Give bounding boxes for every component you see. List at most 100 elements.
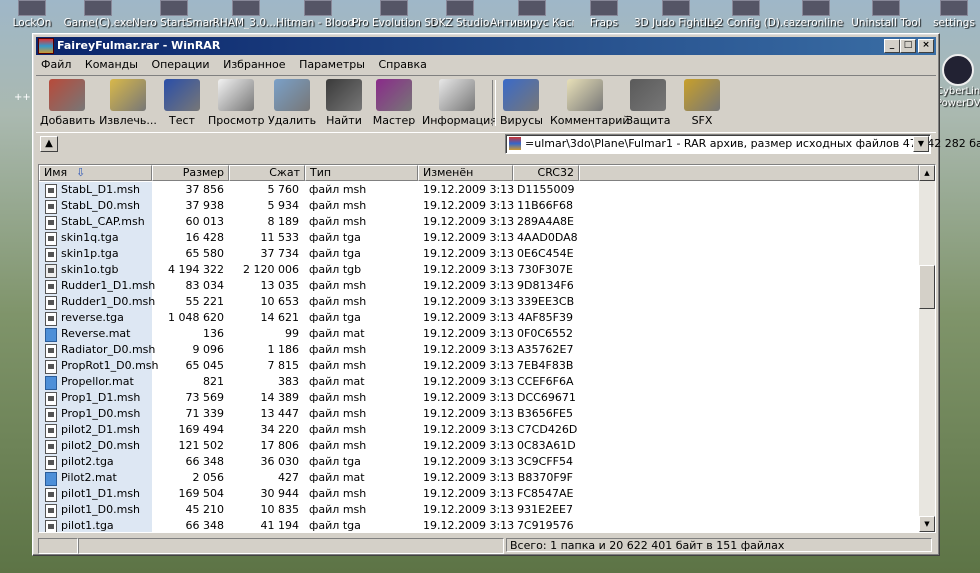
toolbar-button-label: Просмотр [208, 114, 265, 127]
file-row[interactable]: StabL_CAP.msh 60 013 8 189 файл msh 19.12.20… [39, 214, 919, 230]
maximize-button[interactable]: □ [900, 39, 916, 53]
file-row[interactable]: Propellor.mat 821 383 файл mat 19.12.2009 3:… [39, 374, 919, 390]
vertical-scrollbar[interactable]: ▲ ▼ [919, 165, 935, 532]
file-crc: 0C83A61D [517, 439, 576, 452]
view-glasses-icon [218, 79, 254, 111]
file-icon [45, 424, 57, 438]
scroll-up-button[interactable]: ▲ [919, 165, 935, 181]
minimize-button[interactable]: _ [884, 39, 900, 53]
file-packed: 5 934 [267, 199, 300, 212]
file-name: Prop1_D0.msh [61, 407, 141, 420]
mat-file-icon [45, 328, 57, 342]
mat-file-icon [45, 472, 57, 486]
scroll-down-button[interactable]: ▼ [919, 516, 935, 532]
toolbar-button-label: Добавить [40, 114, 96, 127]
file-size: 169 504 [178, 487, 225, 500]
toolbar-button[interactable]: Информация [422, 79, 497, 127]
file-row[interactable]: reverse.tga 1 048 620 14 621 файл tga 19.12.… [39, 310, 919, 326]
file-row[interactable]: Reverse.mat 136 99 файл mat 19.12.2009 3:13 0… [39, 326, 919, 342]
file-row[interactable]: Rudder1_D0.msh 55 221 10 653 файл msh 19.12.… [39, 294, 919, 310]
file-packed: 41 194 [260, 519, 300, 532]
list-header: Имя ⇩ Размер Сжат Тип Изменён CRC32 [39, 165, 919, 181]
file-icon [45, 296, 57, 310]
file-row[interactable]: Prop1_D1.msh 73 569 14 389 файл msh 19.12.20… [39, 390, 919, 406]
toolbar-button[interactable]: Просмотр [208, 79, 264, 127]
file-name: skin1o.tgb [61, 263, 119, 276]
file-row[interactable]: StabL_D1.msh 37 856 5 760 файл msh 19.12.200… [39, 182, 919, 198]
file-type: файл tga [309, 519, 361, 532]
file-size: 169 494 [178, 423, 225, 436]
toolbar: Добавить Извлечь... Тест Просмотр Удалить Най… [36, 75, 936, 133]
column-header-type[interactable]: Тип [305, 165, 418, 181]
desktop-icon[interactable]: Hitman - Blood Money [276, 0, 360, 29]
toolbar-button[interactable]: Комментарий [550, 79, 630, 127]
toolbar-button[interactable]: Удалить [268, 79, 316, 127]
file-row[interactable]: Radiator_D0.msh 9 096 1 186 файл msh 19.12.2… [39, 342, 919, 358]
file-crc: C7CD426D [517, 423, 578, 436]
column-header-modified[interactable]: Изменён [418, 165, 513, 181]
file-row[interactable]: Rudder1_D1.msh 83 034 13 035 файл msh 19.12.… [39, 278, 919, 294]
menu-options[interactable]: Параметры [294, 56, 370, 73]
file-row[interactable]: StabL_D0.msh 37 938 5 934 файл msh 19.12.200… [39, 198, 919, 214]
rar-archive-icon [509, 137, 521, 150]
file-packed: 30 944 [260, 487, 300, 500]
menu-commands[interactable]: Команды [80, 56, 143, 73]
file-row[interactable]: pilot2_D0.msh 121 502 17 806 файл msh 19.12.… [39, 438, 919, 454]
toolbar-button-label: Удалить [268, 114, 317, 127]
close-button[interactable]: × [918, 39, 934, 53]
toolbar-button[interactable]: Защита [626, 79, 670, 127]
file-size: 136 [203, 327, 224, 340]
toolbar-button[interactable]: Мастер [372, 79, 416, 127]
scroll-thumb[interactable] [919, 265, 935, 309]
desktop-icon[interactable]: settings [912, 0, 980, 29]
file-row[interactable]: pilot2.tga 66 348 36 030 файл tga 19.12.2009… [39, 454, 919, 470]
wizard-icon [376, 79, 412, 111]
file-row[interactable]: Pilot2.mat 2 056 427 файл mat 19.12.2009 3:1… [39, 470, 919, 486]
menu-help[interactable]: Справка [373, 56, 431, 73]
file-row[interactable]: pilot1.tga 66 348 41 194 файл tga 19.12.2009… [39, 518, 919, 532]
column-header-size[interactable]: Размер [152, 165, 229, 181]
file-size: 60 013 [185, 215, 225, 228]
toolbar-button[interactable]: Найти [322, 79, 366, 127]
archive-path-dropdown[interactable]: =ulmar\3do\Plane\Fulmar1 - RAR архив, ра… [505, 134, 980, 154]
powerdvd-icon [942, 54, 974, 86]
column-header-crc[interactable]: CRC32 [513, 165, 579, 181]
toolbar-button[interactable]: Добавить [40, 79, 96, 127]
up-folder-button[interactable]: ▲ [40, 136, 58, 152]
file-row[interactable]: skin1q.tga 16 428 11 533 файл tga 19.12.2009… [39, 230, 919, 246]
file-type: файл msh [309, 423, 367, 436]
toolbar-button[interactable]: SFX [682, 79, 722, 127]
toolbar-button[interactable]: Вирусы [500, 79, 543, 127]
column-header-name[interactable]: Имя ⇩ [39, 165, 152, 181]
file-row[interactable]: Prop1_D0.msh 71 339 13 447 файл msh 19.12.20… [39, 406, 919, 422]
toolbar-button[interactable]: Тест [162, 79, 202, 127]
desktop-icon[interactable]: Game(C).exe [56, 0, 140, 29]
file-size: 55 221 [185, 295, 225, 308]
menu-operations[interactable]: Операции [146, 56, 214, 73]
dropdown-arrow-icon[interactable]: ▼ [913, 136, 929, 152]
archive-path-text: =ulmar\3do\Plane\Fulmar1 - RAR архив, ра… [525, 137, 980, 150]
file-row[interactable]: PropRot1_D0.msh 65 045 7 815 файл msh 19.12.… [39, 358, 919, 374]
file-modified: 19.12.2009 3:13 [423, 375, 515, 388]
file-size: 66 348 [185, 455, 225, 468]
file-row[interactable]: pilot2_D1.msh 169 494 34 220 файл msh 19.12.… [39, 422, 919, 438]
file-name: Prop1_D1.msh [61, 391, 141, 404]
menu-file[interactable]: Файл [36, 56, 76, 73]
toolbar-button-label: Защита [626, 114, 671, 127]
column-header-packed[interactable]: Сжат [229, 165, 305, 181]
file-row[interactable]: skin1o.tgb 4 194 322 2 120 006 файл tgb 19.1… [39, 262, 919, 278]
file-modified: 19.12.2009 3:13 [423, 231, 515, 244]
file-row[interactable]: pilot1_D0.msh 45 210 10 835 файл msh 19.12.2… [39, 502, 919, 518]
title-bar[interactable]: FaireyFulmar.rar - WinRAR _ □ × [36, 37, 936, 55]
drive-lock-icon[interactable] [38, 538, 78, 554]
desktop-icon-powerdvd[interactable]: CyberLink PowerDVD [936, 54, 980, 110]
toolbar-button[interactable]: Извлечь... [98, 79, 158, 127]
file-type: файл msh [309, 215, 367, 228]
menu-favorites[interactable]: Избранное [218, 56, 290, 73]
file-modified: 19.12.2009 3:13 [423, 183, 515, 196]
file-row[interactable]: pilot1_D1.msh 169 504 30 944 файл msh 19.12.… [39, 486, 919, 502]
file-row[interactable]: skin1p.tga 65 580 37 734 файл tga 19.12.2009… [39, 246, 919, 262]
file-packed: 13 447 [260, 407, 300, 420]
file-size: 821 [203, 375, 224, 388]
winrar-app-icon[interactable] [38, 38, 54, 54]
